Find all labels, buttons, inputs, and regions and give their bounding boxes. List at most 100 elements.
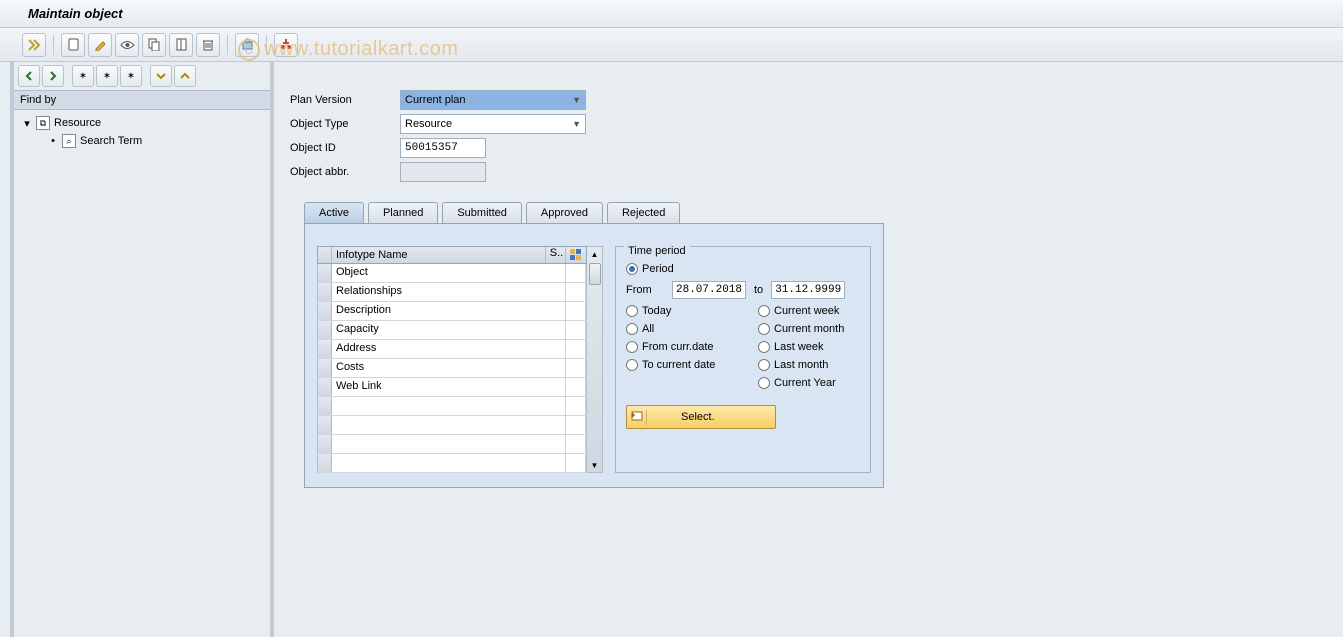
tree-node-resource[interactable]: ▾ ⧉ Resource <box>20 114 264 132</box>
separator <box>227 35 228 55</box>
table-header: Infotype Name S.. <box>317 246 587 264</box>
find-by-header: Find by <box>14 90 270 110</box>
object-type-combo[interactable]: Resource ▼ <box>400 114 586 134</box>
row-selector[interactable] <box>318 264 332 282</box>
table-row[interactable] <box>317 416 587 435</box>
tab-approved[interactable]: Approved <box>526 202 603 223</box>
window-title: Maintain object <box>28 6 123 21</box>
select-button[interactable]: Select. <box>626 405 776 429</box>
cell-infotype-name: Costs <box>332 359 566 377</box>
separator <box>266 35 267 55</box>
table-row[interactable]: Object <box>317 264 587 283</box>
star3-icon[interactable]: ✶ <box>120 65 142 87</box>
table-row[interactable]: Capacity <box>317 321 587 340</box>
radio-current-month[interactable] <box>758 323 770 335</box>
table-row[interactable] <box>317 435 587 454</box>
nav-left-icon[interactable] <box>18 65 40 87</box>
chevron-down-icon: ▼ <box>572 119 581 129</box>
change-icon[interactable] <box>88 33 112 57</box>
display-icon[interactable] <box>115 33 139 57</box>
star2-icon[interactable]: ✶ <box>96 65 118 87</box>
radio-from-curr-date[interactable] <box>626 341 638 353</box>
radio-to-current-date[interactable] <box>626 359 638 371</box>
row-selector[interactable] <box>318 378 332 396</box>
group-title: Time period <box>624 245 690 257</box>
tab-submitted[interactable]: Submitted <box>442 202 522 223</box>
row-selector[interactable] <box>318 454 332 472</box>
col-settings-icon[interactable] <box>566 247 586 263</box>
row-selector[interactable] <box>318 302 332 320</box>
table-row[interactable]: Web Link <box>317 378 587 397</box>
scroll-down-icon[interactable]: ▼ <box>588 458 602 472</box>
row-selector[interactable] <box>318 397 332 415</box>
execute-icon[interactable] <box>22 33 46 57</box>
scrollbar[interactable]: ▲ ▼ <box>587 246 603 473</box>
object-abbr-input <box>400 162 486 182</box>
tab-rejected[interactable]: Rejected <box>607 202 680 223</box>
table-row[interactable] <box>317 397 587 416</box>
where-used-icon[interactable] <box>274 33 298 57</box>
sidebar-toolbar: ✶ ✶ ✶ <box>14 62 270 90</box>
col-s[interactable]: S.. <box>546 247 566 263</box>
content-area: Plan Version Current plan ▼ Object Type … <box>274 62 1343 637</box>
expand-all-icon[interactable] <box>150 65 172 87</box>
bullet-icon: • <box>48 135 58 147</box>
row-selector[interactable] <box>318 321 332 339</box>
row-selector[interactable] <box>318 340 332 358</box>
scroll-up-icon[interactable]: ▲ <box>588 247 602 261</box>
tree-label: Search Term <box>80 135 142 147</box>
table-row[interactable]: Relationships <box>317 283 587 302</box>
radio-current-week[interactable] <box>758 305 770 317</box>
tree: ▾ ⧉ Resource • ⌕ Search Term <box>14 110 270 154</box>
delete-icon[interactable] <box>196 33 220 57</box>
tab-planned[interactable]: Planned <box>368 202 438 223</box>
nav-right-icon[interactable] <box>42 65 64 87</box>
row-selector[interactable] <box>318 416 332 434</box>
table-row[interactable]: Address <box>317 340 587 359</box>
row-selector[interactable] <box>318 435 332 453</box>
separator <box>53 35 54 55</box>
from-date-input[interactable] <box>672 281 746 299</box>
radio-today[interactable] <box>626 305 638 317</box>
table-row[interactable]: Description <box>317 302 587 321</box>
tabs-body: Infotype Name S.. ObjectRelationshipsDes… <box>304 223 884 488</box>
create-icon[interactable] <box>61 33 85 57</box>
table-row[interactable] <box>317 454 587 473</box>
cell-s <box>566 321 586 339</box>
tree-label: Resource <box>54 117 101 129</box>
delimit-icon[interactable] <box>169 33 193 57</box>
table-row[interactable]: Costs <box>317 359 587 378</box>
tree-node-search-term[interactable]: • ⌕ Search Term <box>20 132 264 150</box>
time-period-group: Time period Period From to Today Current… <box>615 246 871 473</box>
radio-label: All <box>642 323 654 335</box>
cell-infotype-name: Object <box>332 264 566 282</box>
chevron-down-icon[interactable]: ▾ <box>22 117 32 130</box>
copy-icon[interactable] <box>142 33 166 57</box>
cell-s <box>566 378 586 396</box>
collapse-all-icon[interactable] <box>174 65 196 87</box>
radio-period[interactable] <box>626 263 638 275</box>
cell-infotype-name: Capacity <box>332 321 566 339</box>
cell-infotype-name <box>332 435 566 453</box>
scroll-thumb[interactable] <box>589 263 601 285</box>
col-infotype-name[interactable]: Infotype Name <box>332 247 546 263</box>
row-selector[interactable] <box>318 359 332 377</box>
sidebar: ✶ ✶ ✶ Find by ▾ ⧉ Resource • ⌕ Search Te… <box>14 62 274 637</box>
radio-label: Current month <box>774 323 844 335</box>
star1-icon[interactable]: ✶ <box>72 65 94 87</box>
overview-icon[interactable] <box>235 33 259 57</box>
plan-version-combo[interactable]: Current plan ▼ <box>400 90 586 110</box>
object-id-input[interactable] <box>400 138 486 158</box>
chevron-down-icon: ▼ <box>572 95 581 105</box>
radio-all[interactable] <box>626 323 638 335</box>
radio-last-week[interactable] <box>758 341 770 353</box>
radio-last-month[interactable] <box>758 359 770 371</box>
to-date-input[interactable] <box>771 281 845 299</box>
radio-current-year[interactable] <box>758 377 770 389</box>
radio-label: From curr.date <box>642 341 714 353</box>
tab-active[interactable]: Active <box>304 202 364 223</box>
object-id-label: Object ID <box>290 142 400 154</box>
row-selector-header[interactable] <box>318 247 332 263</box>
radio-label: Current Year <box>774 377 836 389</box>
row-selector[interactable] <box>318 283 332 301</box>
